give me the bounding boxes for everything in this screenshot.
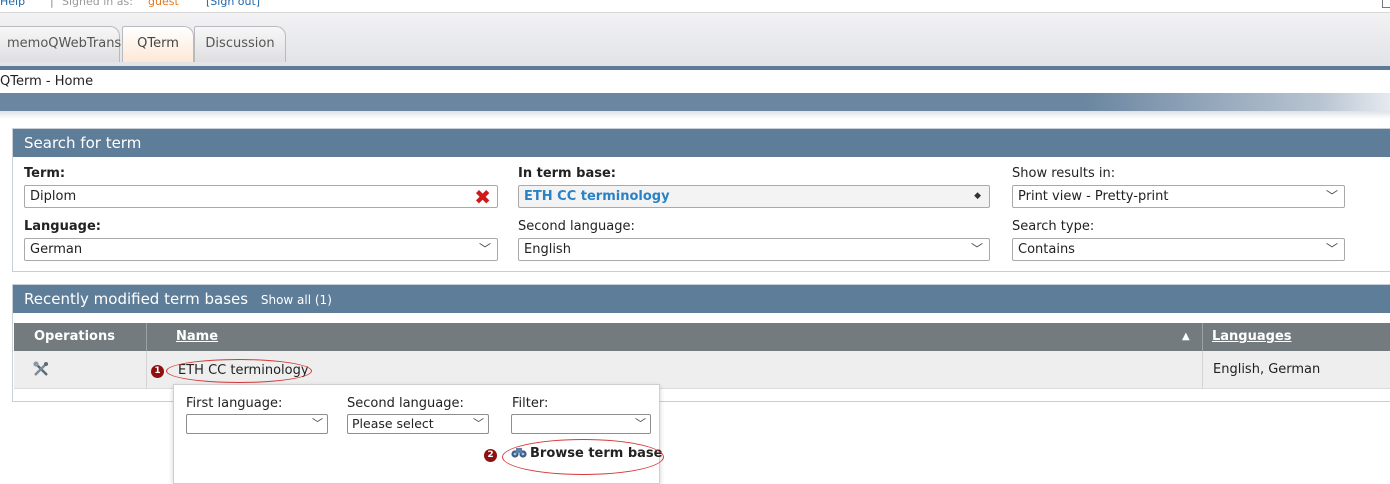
tab-memoqwebtrans[interactable]: memoQWebTrans [0,26,121,62]
cell-divider [1202,351,1203,389]
show-all-link[interactable]: Show all (1) [261,293,332,307]
show-results-select[interactable]: Print view - Pretty-print ﹀ [1012,185,1345,208]
help-link[interactable]: Help [0,0,25,8]
show-results-select-value: Print view - Pretty-print [1018,189,1169,204]
chevron-down-icon: ﹀ [635,417,646,430]
filter-label: Filter: [512,396,549,411]
annotation-badge-2: 2 [484,449,497,462]
language-select-value: German [30,242,83,257]
user-name: guest [148,0,179,8]
language-label: Language: [24,219,101,234]
chevron-down-icon: ﹀ [473,417,484,430]
clear-icon[interactable]: ✖ [474,187,491,207]
termbase-select[interactable]: ETH CC terminology ◆ [518,185,990,208]
chevron-down-icon: ﹀ [312,417,323,430]
tab-bar: memoQWebTrans QTerm Discussion [0,12,1390,66]
termbase-select-value: ETH CC terminology [524,189,670,204]
first-language-select[interactable]: ﹀ [186,414,328,434]
search-panel-title: Search for term [13,129,1390,157]
header-band-shadow [0,111,1390,119]
search-type-label: Search type: [1012,219,1095,234]
annotation-badge-1: 1 [151,365,164,378]
column-divider [1202,323,1203,351]
header-band [0,93,1390,111]
signed-in-label: Signed in as: [62,0,133,8]
chevron-down-icon: ﹀ [1325,242,1338,256]
show-results-label: Show results in: [1012,166,1116,181]
term-input-value: Diplom [30,189,77,204]
cell-divider [146,351,147,389]
tab-qterm[interactable]: QTerm [122,26,194,62]
second-language-select-value: English [524,242,571,257]
chevron-down-icon: ﹀ [970,242,983,256]
table-header: Operations Name ▲ Languages [14,323,1390,351]
chevron-down-icon: ﹀ [1325,189,1338,203]
recent-termbases-header: Recently modified term bases Show all (1… [13,285,1390,313]
updown-icon: ◆ [974,191,981,201]
annotation-ellipse-2 [502,439,664,475]
tab-bar-underline [0,66,1390,70]
sign-out-link[interactable]: [Sign out] [206,0,260,8]
annotation-ellipse-1 [166,359,312,383]
term-input[interactable]: Diplom ✖ [24,185,498,208]
popup-second-language-value: Please select [352,416,434,431]
top-strip: Help | Signed in as: guest [Sign out] [0,0,1390,12]
termbase-languages: English, German [1213,362,1321,377]
second-language-select[interactable]: English ﹀ [518,238,990,261]
second-language-label: Second language: [518,219,635,234]
column-operations: Operations [34,329,115,344]
recent-termbases-title: Recently modified term bases [24,290,249,308]
search-type-select[interactable]: Contains ﹀ [1012,238,1345,261]
column-name-sort[interactable]: Name [176,323,218,351]
first-language-label: First language: [186,396,283,411]
sort-ascending-icon: ▲ [1182,331,1190,342]
termbase-label: In term base: [518,166,616,181]
column-divider [146,323,147,351]
filter-select[interactable]: ﹀ [511,414,651,434]
language-select[interactable]: German ﹀ [24,238,498,261]
popup-second-language-label: Second language: [347,396,464,411]
top-separator: | [50,0,54,8]
term-label: Term: [24,166,66,181]
breadcrumb: QTerm - Home [0,74,94,89]
column-languages-sort[interactable]: Languages [1212,323,1292,351]
chevron-down-icon: ﹀ [478,242,491,256]
window-corner-icon [1382,0,1390,8]
popup-second-language-select[interactable]: Please select ﹀ [347,414,489,434]
search-type-select-value: Contains [1018,242,1075,257]
tab-discussion[interactable]: Discussion [194,26,286,62]
tools-icon[interactable] [32,360,50,382]
